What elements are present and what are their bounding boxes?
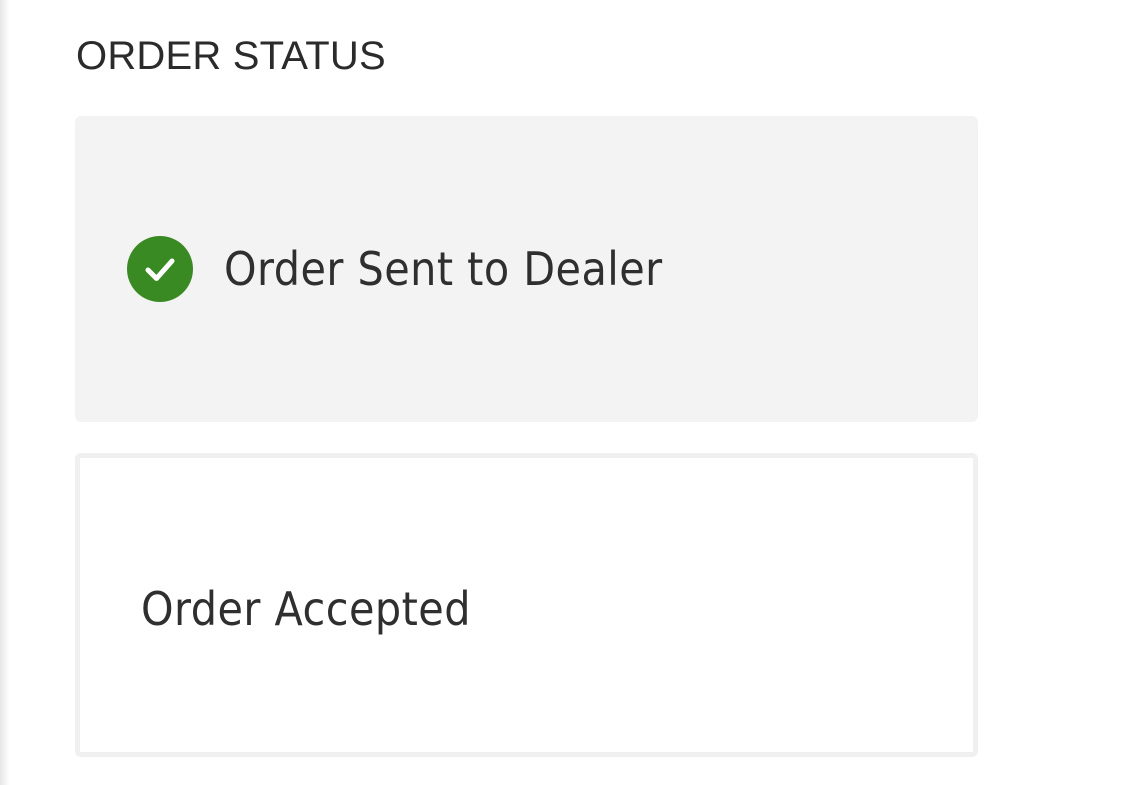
status-step-label: Order Accepted [141, 582, 471, 636]
status-step-order-accepted: Order Accepted [75, 453, 978, 757]
order-status-heading: ORDER STATUS [76, 34, 386, 78]
status-step-order-sent: Order Sent to Dealer [75, 116, 978, 422]
status-step-label: Order Sent to Dealer [224, 242, 663, 296]
check-circle-icon [127, 236, 193, 302]
left-edge-shadow [0, 0, 10, 785]
